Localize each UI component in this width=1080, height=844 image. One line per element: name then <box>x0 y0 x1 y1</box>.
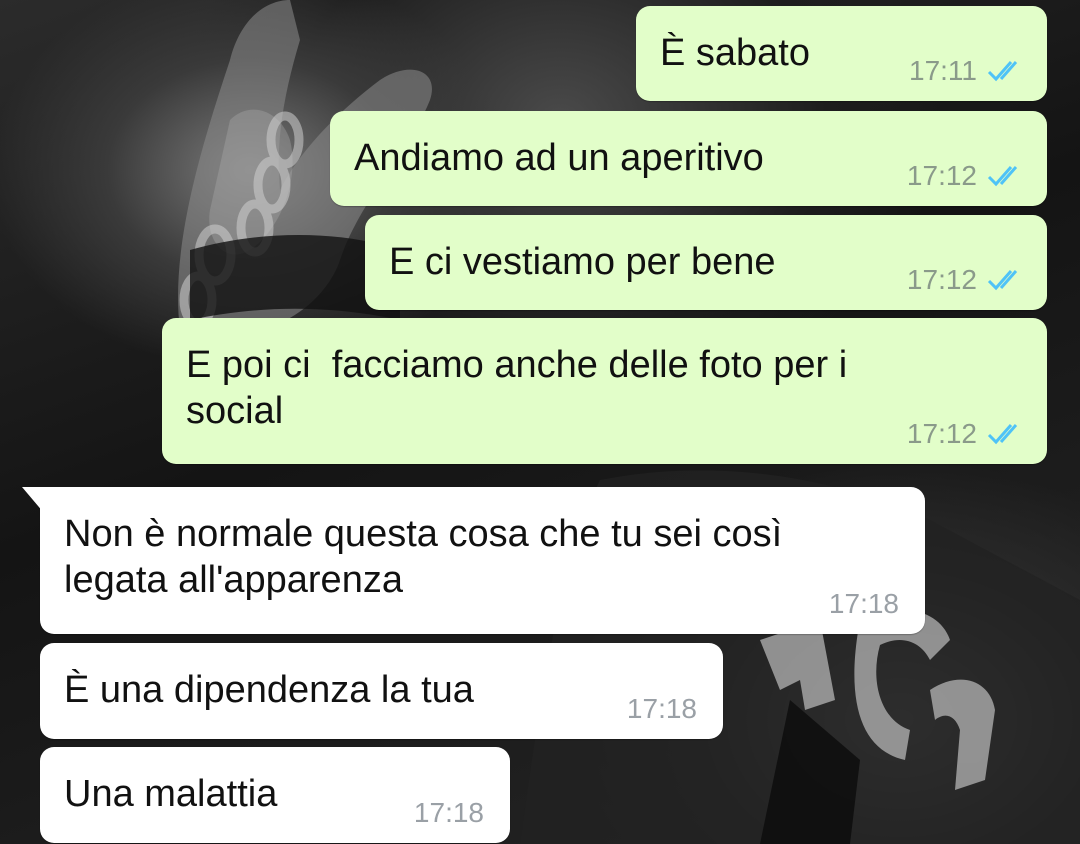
message-time: 17:18 <box>828 588 899 619</box>
double-check-icon <box>987 268 1027 292</box>
outgoing-message-bubble[interactable]: Andiamo ad un aperitivo 17:12 <box>330 111 1047 206</box>
message-meta: 17:12 <box>907 160 1027 192</box>
incoming-message-bubble[interactable]: Non è normale questa cosa che tu sei cos… <box>22 487 925 634</box>
message-meta: 17:12 <box>907 418 1027 450</box>
message-text: Non è normale questa cosa che tu sei cos… <box>64 513 783 601</box>
double-check-icon <box>987 422 1027 446</box>
chat-message-list[interactable]: È sabato 17:11 Andiamo ad un aperitivo 1… <box>0 0 1080 844</box>
message-time: 17:12 <box>906 160 977 191</box>
message-meta: 17:18 <box>627 693 697 725</box>
message-time: 17:12 <box>906 418 977 449</box>
outgoing-message-bubble[interactable]: E poi ci facciamo anche delle foto per i… <box>162 318 1047 464</box>
bubble-tail <box>22 487 44 513</box>
message-time: 17:12 <box>906 264 977 295</box>
message-meta: 17:18 <box>829 588 899 620</box>
message-time: 17:18 <box>413 797 484 828</box>
outgoing-message-bubble[interactable]: E ci vestiamo per bene 17:12 <box>365 215 1047 310</box>
message-time: 17:18 <box>626 693 697 724</box>
incoming-message-bubble[interactable]: Una malattia 17:18 <box>40 747 510 843</box>
message-text: Andiamo ad un aperitivo <box>354 137 764 179</box>
message-meta: 17:18 <box>414 797 484 829</box>
outgoing-message-bubble[interactable]: È sabato 17:11 <box>636 6 1047 101</box>
message-text: È una dipendenza la tua <box>64 669 474 711</box>
message-meta: 17:11 <box>909 55 1027 87</box>
double-check-icon <box>987 59 1027 83</box>
message-text: È sabato <box>660 32 810 74</box>
incoming-message-bubble[interactable]: È una dipendenza la tua 17:18 <box>40 643 723 739</box>
message-text: E ci vestiamo per bene <box>389 241 776 283</box>
message-text: Una malattia <box>64 773 278 815</box>
message-time: 17:11 <box>909 55 977 86</box>
double-check-icon <box>987 164 1027 188</box>
message-text: E poi ci facciamo anche delle foto per i… <box>186 344 848 432</box>
message-meta: 17:12 <box>907 264 1027 296</box>
